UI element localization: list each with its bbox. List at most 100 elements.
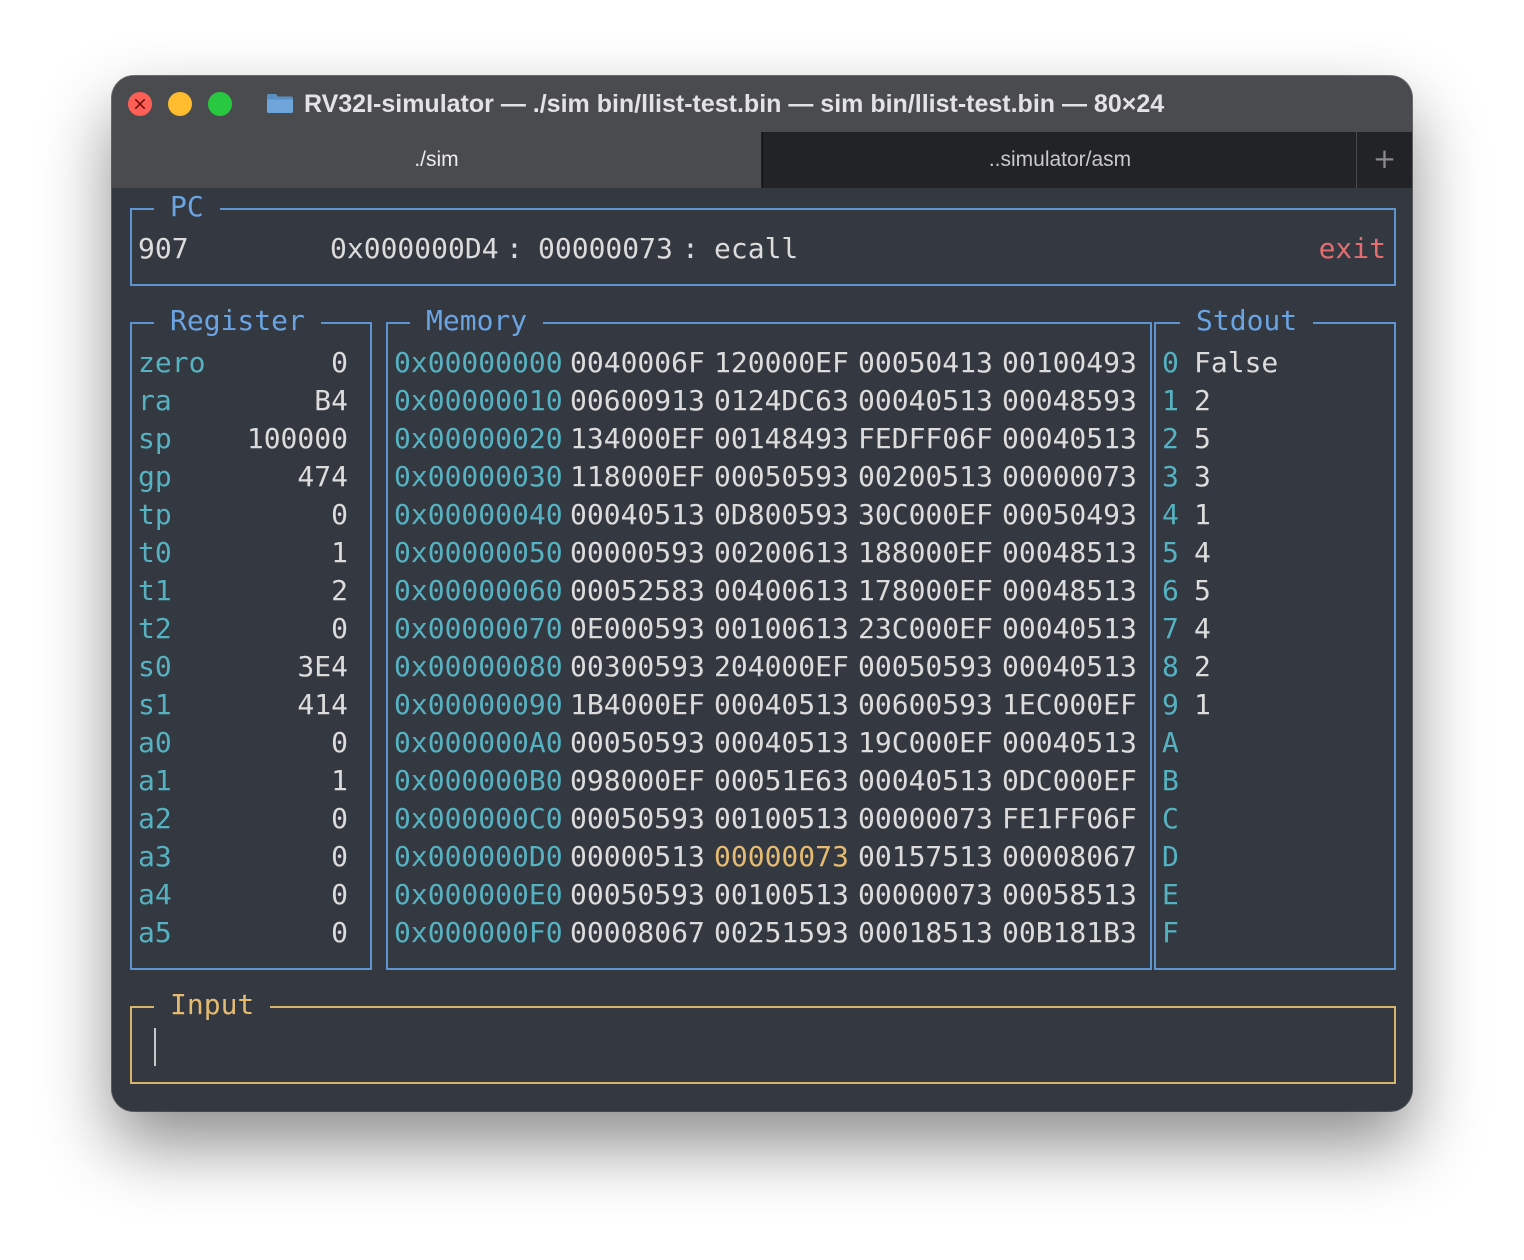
memory-word: 00040513 [1002,612,1137,645]
stdout-index: D [1162,840,1179,873]
stdout-panel: Stdout 0 False 1 2 2 5 3 3 4 1 5 4 6 5 7 4 8 2 9 1 A B C D E F [1154,302,1396,970]
input-field[interactable] [160,1028,1360,1066]
register-row: ra B4 [138,382,348,420]
stdout-index: 4 [1162,498,1179,531]
memory-word: 00157513 [858,840,993,873]
register-value: 1 [331,536,348,569]
close-icon[interactable] [128,92,152,116]
register-row: a0 0 [138,724,348,762]
input-panel-title: Input [154,986,271,1024]
memory-word: 120000EF [714,346,849,379]
stdout-text: 5 [1194,574,1211,607]
memory-address: 0x00000050 [394,536,563,569]
memory-word: 00050593 [570,878,705,911]
memory-row: 0x00000010 00600913 0124DC63 00040513 000485… [394,382,1144,420]
register-name: t2 [138,612,172,645]
memory-word: 00050593 [714,460,849,493]
stdout-line: 91 [1162,686,1382,724]
memory-word: 00040513 [1002,650,1137,683]
stdout-line: 12 [1162,382,1382,420]
register-row: t1 2 [138,572,348,610]
memory-word: 19C000EF [858,726,993,759]
stdout-line: 41 [1162,496,1382,534]
register-value: 0 [331,802,348,835]
register-row: s1 414 [138,686,348,724]
memory-word: 00048513 [1002,536,1137,569]
pc-address: 0x000000D4 [330,232,499,265]
memory-word: 1EC000EF [1002,688,1137,721]
memory-address: 0x00000080 [394,650,563,683]
stdout-index: A [1162,726,1179,759]
memory-word: 00000593 [570,536,705,569]
memory-word: 204000EF [714,650,849,683]
memory-word: 00148493 [714,422,849,455]
stdout-line: 0 False [1162,344,1382,382]
memory-word-current: 00000073 [714,840,849,873]
minimize-icon[interactable] [168,92,192,116]
register-row: zero 0 [138,344,348,382]
memory-word: 00050493 [1002,498,1137,531]
memory-address: 0x00000030 [394,460,563,493]
pc-separator: : [506,232,523,265]
stdout-line: F [1162,914,1382,952]
memory-word: 00200513 [858,460,993,493]
terminal-content[interactable]: PC 907 0x000000D4 : 00000073 : ecall exi… [112,188,1412,1111]
new-tab-button[interactable]: + [1356,132,1412,188]
stdout-index: 2 [1162,422,1179,455]
register-value: 1 [331,764,348,797]
zoom-icon[interactable] [208,92,232,116]
register-row: a2 0 [138,800,348,838]
register-name: tp [138,498,172,531]
tab-sim[interactable]: ./sim [112,132,761,188]
register-row: s0 3E4 [138,648,348,686]
register-row: a3 0 [138,838,348,876]
memory-word: 00008067 [1002,840,1137,873]
exit-status: exit [1318,232,1386,265]
memory-word: 178000EF [858,574,993,607]
stdout-line: E [1162,876,1382,914]
stdout-line: 82 [1162,648,1382,686]
input-panel[interactable]: Input [130,986,1396,1084]
stdout-index: 0 [1162,346,1179,379]
memory-word: 0040006F [570,346,705,379]
memory-word: 0124DC63 [714,384,849,417]
memory-word: 00100513 [714,802,849,835]
memory-address: 0x00000070 [394,612,563,645]
memory-panel-title: Memory [410,302,544,340]
memory-word: 00100613 [714,612,849,645]
stdout-text: 1 [1194,498,1211,531]
memory-word: 098000EF [570,764,705,797]
stdout-index: C [1162,802,1179,835]
register-name: t0 [138,536,172,569]
terminal-window: RV32I-simulator — ./sim bin/llist-test.b… [112,76,1412,1111]
register-row: a5 0 [138,914,348,952]
memory-word: 00040513 [714,726,849,759]
memory-word: 188000EF [858,536,993,569]
memory-word: 00100493 [1002,346,1137,379]
memory-word: 00040513 [1002,422,1137,455]
register-name: sp [138,422,172,455]
register-name: a1 [138,764,172,797]
memory-row: 0x00000050 00000593 00200613 188000EF 000485… [394,534,1144,572]
stdout-text: 4 [1194,536,1211,569]
memory-row: 0x000000D0 00000513 00000073 00157513 000080… [394,838,1144,876]
register-value: 0 [331,840,348,873]
memory-word: 00600593 [858,688,993,721]
memory-word: 00008067 [570,916,705,949]
tab-simulator-asm[interactable]: ..simulator/asm [762,132,1357,188]
memory-word: 0D800593 [714,498,849,531]
register-name: a5 [138,916,172,949]
memory-word: 134000EF [570,422,705,455]
memory-word: 23C000EF [858,612,993,645]
memory-row: 0x00000040 00040513 0D800593 30C000EF 000504… [394,496,1144,534]
stdout-index: B [1162,764,1179,797]
memory-word: 00050593 [858,650,993,683]
memory-row: 0x00000000 0040006F 120000EF 00050413 001004… [394,344,1144,382]
memory-word: 00000513 [570,840,705,873]
title-bar[interactable]: RV32I-simulator — ./sim bin/llist-test.b… [112,76,1412,132]
memory-word: 00040513 [858,764,993,797]
register-value: 414 [297,688,348,721]
register-value: 0 [331,916,348,949]
memory-word: 0E000593 [570,612,705,645]
register-row: a1 1 [138,762,348,800]
